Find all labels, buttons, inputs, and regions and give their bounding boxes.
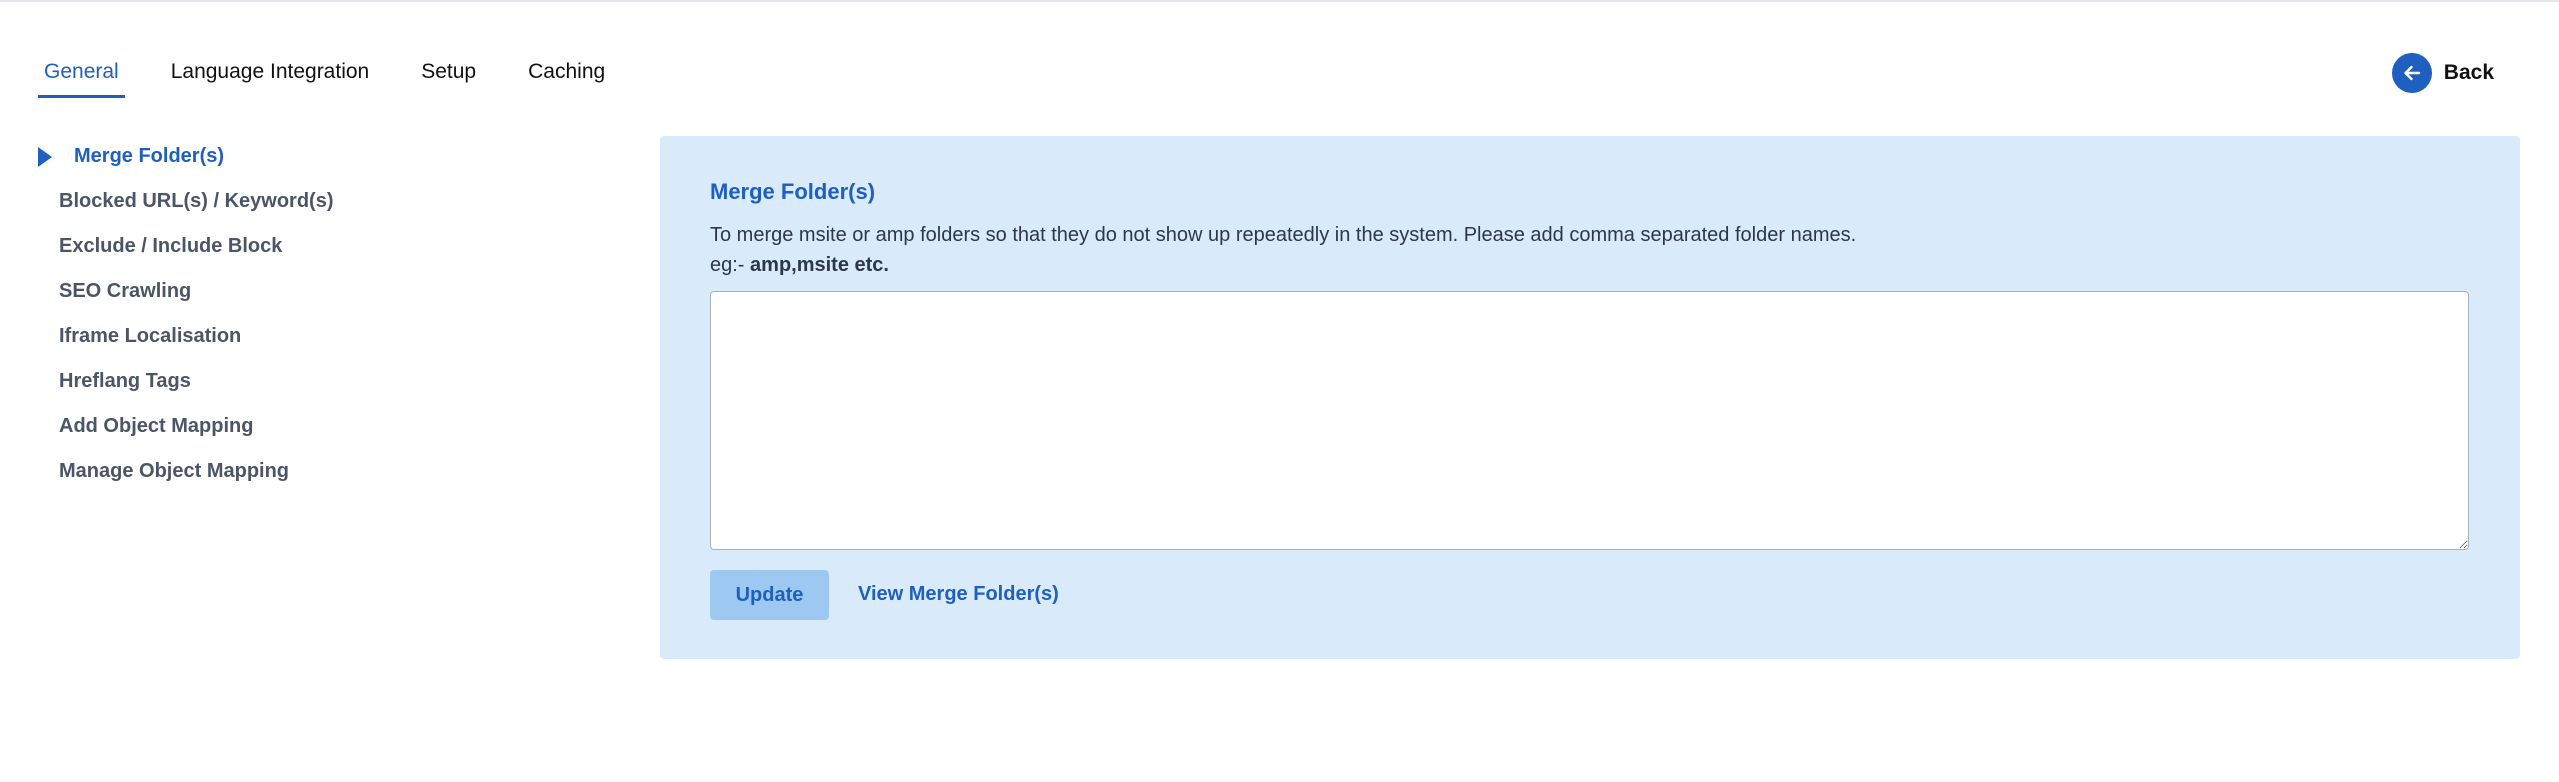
merge-folders-panel: Merge Folder(s) To merge msite or amp fo… (660, 136, 2520, 659)
sidebar-item-exclude-include-block[interactable]: Exclude / Include Block (38, 224, 598, 269)
sidebar-item-manage-object-mapping[interactable]: Manage Object Mapping (38, 449, 598, 494)
sidebar-item-blocked-urls[interactable]: Blocked URL(s) / Keyword(s) (38, 179, 598, 224)
sidebar-item-label: Hreflang Tags (59, 370, 191, 392)
tab-caching[interactable]: Caching (522, 56, 611, 95)
tab-bar: General Language Integration Setup Cachi… (38, 56, 651, 98)
arrow-left-icon (2391, 53, 2432, 93)
sidebar-item-merge-folders[interactable]: Merge Folder(s) (38, 134, 598, 179)
update-button[interactable]: Update (710, 570, 829, 620)
sidebar-item-hreflang-tags[interactable]: Hreflang Tags (38, 359, 598, 404)
tab-setup[interactable]: Setup (415, 56, 482, 95)
sidebar-item-label: Add Object Mapping (59, 415, 254, 437)
sidebar: Merge Folder(s) Blocked URL(s) / Keyword… (38, 134, 598, 494)
tab-language-integration[interactable]: Language Integration (165, 56, 376, 95)
back-label: Back (2443, 61, 2494, 84)
sidebar-item-add-object-mapping[interactable]: Add Object Mapping (38, 404, 598, 449)
panel-example: eg:- amp,msite etc. (710, 254, 889, 277)
example-value: amp,msite etc. (750, 254, 889, 276)
sidebar-item-label: Manage Object Mapping (59, 460, 290, 482)
view-merge-folders-link[interactable]: View Merge Folder(s) (858, 583, 1059, 606)
caret-right-icon (38, 146, 52, 167)
top-border (0, 0, 2559, 2)
sidebar-item-label: Blocked URL(s) / Keyword(s) (59, 190, 334, 212)
panel-title: Merge Folder(s) (710, 179, 876, 204)
example-prefix: eg:- (710, 254, 751, 276)
merge-folders-input[interactable] (710, 291, 2469, 550)
sidebar-item-label: Merge Folder(s) (74, 145, 225, 167)
sidebar-item-iframe-localisation[interactable]: Iframe Localisation (38, 314, 598, 359)
tab-general[interactable]: General (38, 56, 125, 98)
sidebar-item-label: Exclude / Include Block (59, 235, 283, 257)
sidebar-item-label: SEO Crawling (59, 280, 192, 302)
panel-description: To merge msite or amp folders so that th… (710, 224, 1857, 246)
sidebar-item-label: Iframe Localisation (59, 325, 242, 347)
sidebar-item-seo-crawling[interactable]: SEO Crawling (38, 269, 598, 314)
back-button[interactable]: Back (2391, 53, 2494, 93)
